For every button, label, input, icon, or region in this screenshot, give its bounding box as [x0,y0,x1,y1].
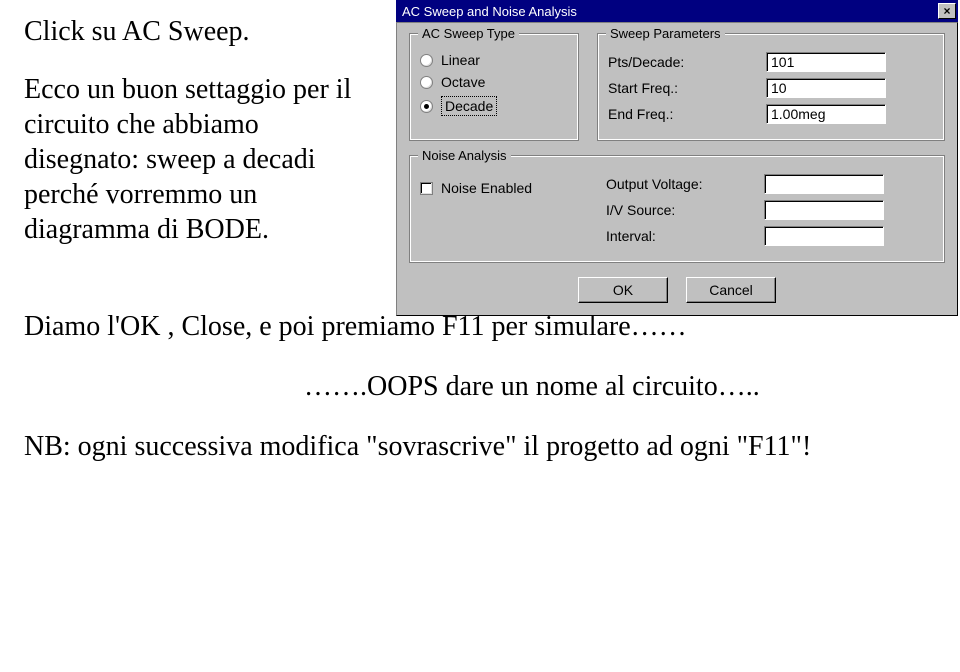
cancel-button[interactable]: Cancel [686,277,776,303]
label-output-voltage: Output Voltage: [606,176,756,192]
groupbox-legend-noise: Noise Analysis [418,148,511,163]
label-pts-decade: Pts/Decade: [608,54,758,70]
dialog-body: AC Sweep Type Linear Octave Decade Sweep… [396,22,958,316]
checkbox-noise-enabled[interactable]: Noise Enabled [420,180,582,196]
paragraph-oops: …….OOPS dare un nome al circuito….. [24,371,936,403]
groupbox-sweep-type: AC Sweep Type Linear Octave Decade [409,33,579,141]
paragraph-settings-desc: Ecco un buon settaggio per il circuito c… [24,72,374,247]
close-button[interactable]: × [938,3,956,19]
groupbox-legend-params: Sweep Parameters [606,26,725,41]
input-start-freq[interactable]: 10 [766,78,886,98]
dialog-titlebar[interactable]: AC Sweep and Noise Analysis × [396,0,958,22]
ac-sweep-dialog: AC Sweep and Noise Analysis × AC Sweep T… [396,0,958,316]
groupbox-noise-analysis: Noise Analysis Noise Enabled Output Volt… [409,155,945,263]
input-interval[interactable] [764,226,884,246]
radio-octave[interactable]: Octave [420,74,568,90]
radio-linear[interactable]: Linear [420,52,568,68]
checkbox-icon [420,182,433,195]
radio-icon [420,76,433,89]
label-start-freq: Start Freq.: [608,80,758,96]
input-output-voltage[interactable] [764,174,884,194]
radio-icon [420,54,433,67]
radio-label: Decade [441,96,497,116]
dialog-title: AC Sweep and Noise Analysis [402,4,577,19]
checkbox-label: Noise Enabled [441,180,532,196]
ok-button[interactable]: OK [578,277,668,303]
input-end-freq[interactable]: 1.00meg [766,104,886,124]
paragraph-nb: NB: ogni successiva modifica "sovrascriv… [24,431,936,463]
groupbox-sweep-parameters: Sweep Parameters Pts/Decade: 101 Start F… [597,33,945,141]
close-icon: × [943,4,950,18]
radio-label: Linear [441,52,480,68]
label-iv-source: I/V Source: [606,202,756,218]
radio-decade[interactable]: Decade [420,96,568,116]
input-pts-decade[interactable]: 101 [766,52,886,72]
label-interval: Interval: [606,228,756,244]
input-iv-source[interactable] [764,200,884,220]
label-end-freq: End Freq.: [608,106,758,122]
groupbox-legend-sweep-type: AC Sweep Type [418,26,519,41]
radio-icon [420,100,433,113]
radio-label: Octave [441,74,485,90]
